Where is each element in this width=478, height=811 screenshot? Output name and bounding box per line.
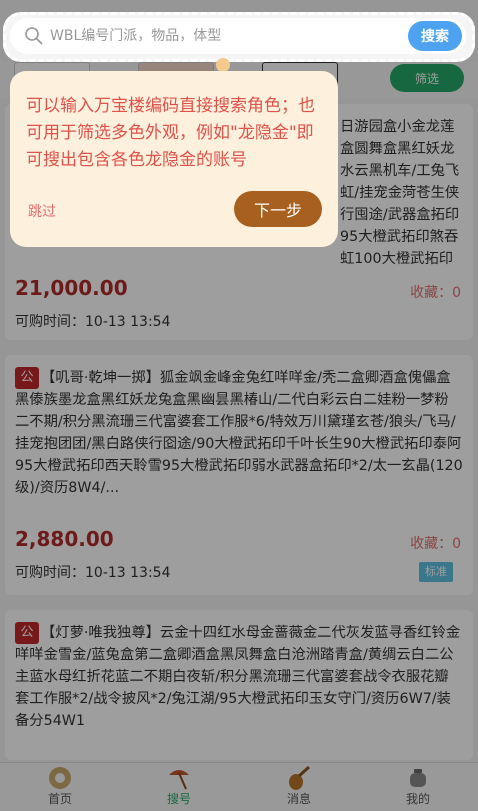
search-input[interactable] — [50, 18, 405, 54]
guide-text: 可以输入万宝楼编码直接搜索角色；也可用于筛选多色外观，例如"龙隐金"即可搜出包含… — [26, 96, 315, 170]
search-icon — [25, 27, 43, 45]
skip-link[interactable]: 跳过 — [28, 201, 56, 221]
search-button[interactable]: 搜索 — [408, 21, 462, 51]
guide-tooltip: 可以输入万宝楼编码直接搜索角色；也可用于筛选多色外观，例如"龙隐金"即可搜出包含… — [10, 71, 338, 247]
tooltip-pointer — [216, 58, 230, 72]
next-step-button[interactable]: 下一步 — [234, 191, 322, 227]
search-box: 搜索 — [10, 18, 466, 54]
